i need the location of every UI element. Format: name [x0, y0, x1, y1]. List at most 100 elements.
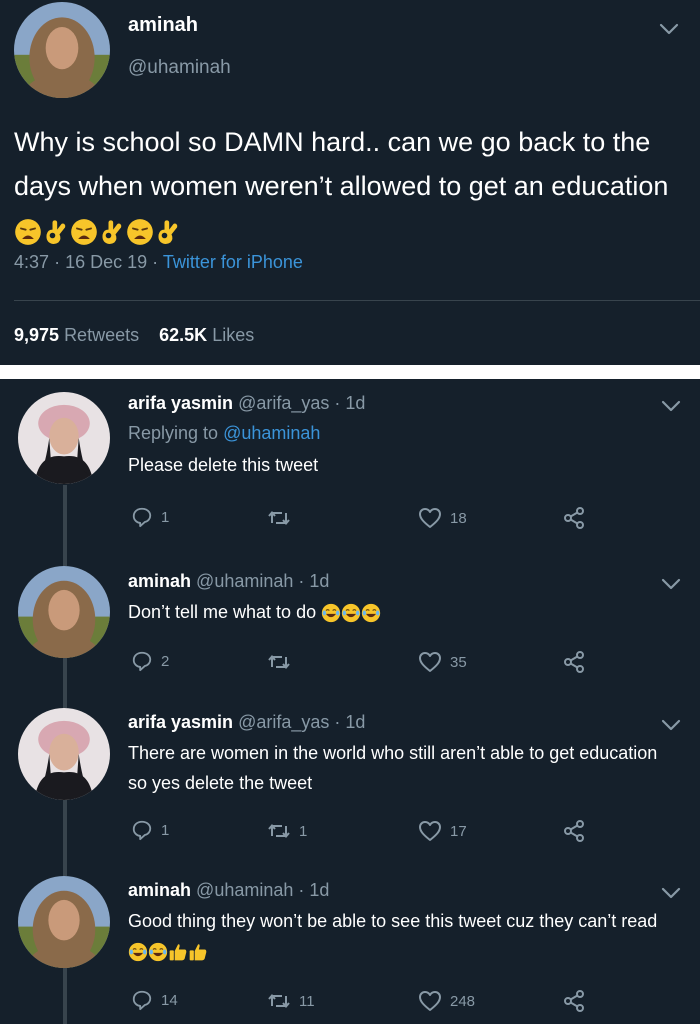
reply-count: 14 — [161, 991, 178, 1009]
like-action[interactable]: 18 — [418, 506, 467, 530]
tweet-stats: 9,975 Retweets 62.5K Likes — [14, 325, 254, 346]
like-count: 35 — [450, 653, 467, 671]
avatar[interactable] — [18, 876, 110, 968]
author-handle[interactable]: @uhaminah — [196, 880, 293, 900]
separator-dot: · — [298, 880, 305, 900]
retweet-action[interactable]: 11 — [267, 989, 315, 1013]
heart-icon — [418, 506, 442, 530]
thumbs-up-emoji — [168, 942, 188, 962]
reply-thread: arifa yasmin @arifa_yas · 1d Replying to… — [0, 379, 700, 1024]
reply-text: Please delete this tweet — [128, 455, 319, 475]
author-name[interactable]: aminah — [128, 14, 198, 37]
profile-photo — [18, 708, 110, 800]
divider — [14, 300, 700, 301]
separator-dot: · — [298, 571, 305, 591]
replying-to: Replying to @uhaminah — [128, 423, 320, 444]
reply-action[interactable]: 2 — [131, 650, 169, 672]
reply-action[interactable]: 1 — [131, 506, 169, 528]
weary-face-emoji — [126, 218, 154, 246]
replying-to-label: Replying to — [128, 423, 219, 443]
reply-text: Don’t tell me what to do — [128, 597, 673, 627]
chevron-down-icon[interactable] — [660, 718, 682, 732]
tweet-meta: 4:37 · 16 Dec 19 · Twitter for iPhone — [14, 252, 303, 273]
reply-text-body: Good thing they won’t be able to see thi… — [128, 911, 658, 931]
tears-of-joy-emoji — [361, 603, 381, 623]
share-action[interactable] — [562, 506, 586, 530]
thread-line — [63, 696, 67, 708]
profile-photo — [14, 2, 110, 98]
reply-tweet[interactable]: aminah @uhaminah · 1d Good thing they wo… — [0, 864, 700, 1024]
separator-dot: · — [334, 712, 341, 732]
author-handle[interactable]: @arifa_yas — [238, 393, 329, 413]
tears-of-joy-emoji — [321, 603, 341, 623]
thumbs-up-emoji — [188, 942, 208, 962]
reply-count: 1 — [161, 821, 170, 839]
reply-tweet[interactable]: arifa yasmin @arifa_yas · 1d There are w… — [0, 696, 700, 864]
likes-stat[interactable]: 62.5K Likes — [159, 325, 254, 345]
share-action[interactable] — [562, 650, 586, 674]
author-name[interactable]: arifa yasmin — [128, 393, 233, 413]
thread-line — [63, 864, 67, 876]
author-handle[interactable]: @uhaminah — [196, 571, 293, 591]
reply-icon — [131, 650, 153, 672]
replying-to-handle[interactable]: @uhaminah — [223, 423, 320, 443]
retweet-icon — [267, 989, 291, 1013]
like-action[interactable]: 17 — [418, 819, 467, 843]
separator-dot: · — [334, 393, 341, 413]
avatar[interactable] — [18, 392, 110, 484]
chevron-down-icon[interactable] — [660, 577, 682, 591]
reply-header: aminah @uhaminah · 1d — [128, 571, 329, 592]
retweets-stat[interactable]: 9,975 Retweets — [14, 325, 144, 345]
retweet-icon — [267, 650, 291, 674]
reply-icon — [131, 819, 153, 841]
author-handle[interactable]: @arifa_yas — [238, 712, 329, 732]
author-name[interactable]: arifa yasmin — [128, 712, 233, 732]
reply-count: 2 — [161, 652, 170, 670]
share-action[interactable] — [562, 989, 586, 1013]
ok-hand-emoji — [154, 218, 182, 246]
tweet-age: 1d — [309, 571, 330, 591]
tweet-age: 1d — [345, 393, 366, 413]
avatar[interactable] — [14, 2, 110, 98]
profile-photo — [18, 566, 110, 658]
author-name[interactable]: aminah — [128, 571, 191, 591]
tweet-text: Why is school so DAMN hard.. can we go b… — [14, 120, 690, 252]
retweets-count: 9,975 — [14, 325, 60, 345]
weary-face-emoji — [14, 218, 42, 246]
tweet-source[interactable]: Twitter for iPhone — [163, 252, 303, 272]
retweet-count: 11 — [299, 992, 315, 1010]
avatar[interactable] — [18, 566, 110, 658]
main-tweet: aminah @uhaminah Why is school so DAMN h… — [0, 0, 700, 365]
tweet-date[interactable]: 16 Dec 19 — [65, 252, 147, 272]
tweet-text-body: Why is school so DAMN hard.. can we go b… — [14, 127, 669, 201]
tears-of-joy-emoji — [128, 942, 148, 962]
chevron-down-icon[interactable] — [660, 886, 682, 900]
retweet-action[interactable] — [267, 506, 299, 530]
author-handle[interactable]: @uhaminah — [128, 57, 231, 79]
retweet-action[interactable] — [267, 650, 299, 674]
thread-line — [63, 800, 67, 864]
share-action[interactable] — [562, 819, 586, 843]
author-name[interactable]: aminah — [128, 880, 191, 900]
chevron-down-icon[interactable] — [660, 399, 682, 413]
reply-action[interactable]: 14 — [131, 989, 178, 1011]
likes-label: Likes — [212, 325, 255, 345]
weary-face-emoji — [70, 218, 98, 246]
like-count: 248 — [450, 992, 476, 1010]
ok-hand-emoji — [98, 218, 126, 246]
share-icon — [562, 650, 586, 674]
avatar[interactable] — [18, 708, 110, 800]
like-count: 17 — [450, 822, 467, 840]
like-action[interactable]: 248 — [418, 989, 475, 1013]
reply-action[interactable]: 1 — [131, 819, 169, 841]
separator-dot: · — [54, 252, 61, 272]
tweet-time[interactable]: 4:37 — [14, 252, 49, 272]
like-action[interactable]: 35 — [418, 650, 467, 674]
reply-tweet[interactable]: aminah @uhaminah · 1d Don’t tell me what… — [0, 554, 700, 696]
chevron-down-icon[interactable] — [658, 22, 680, 36]
reply-tweet[interactable]: arifa yasmin @arifa_yas · 1d Replying to… — [0, 379, 700, 554]
tears-of-joy-emoji — [148, 942, 168, 962]
reply-count: 1 — [161, 508, 170, 526]
profile-photo — [18, 876, 110, 968]
retweet-action[interactable]: 1 — [267, 819, 307, 843]
